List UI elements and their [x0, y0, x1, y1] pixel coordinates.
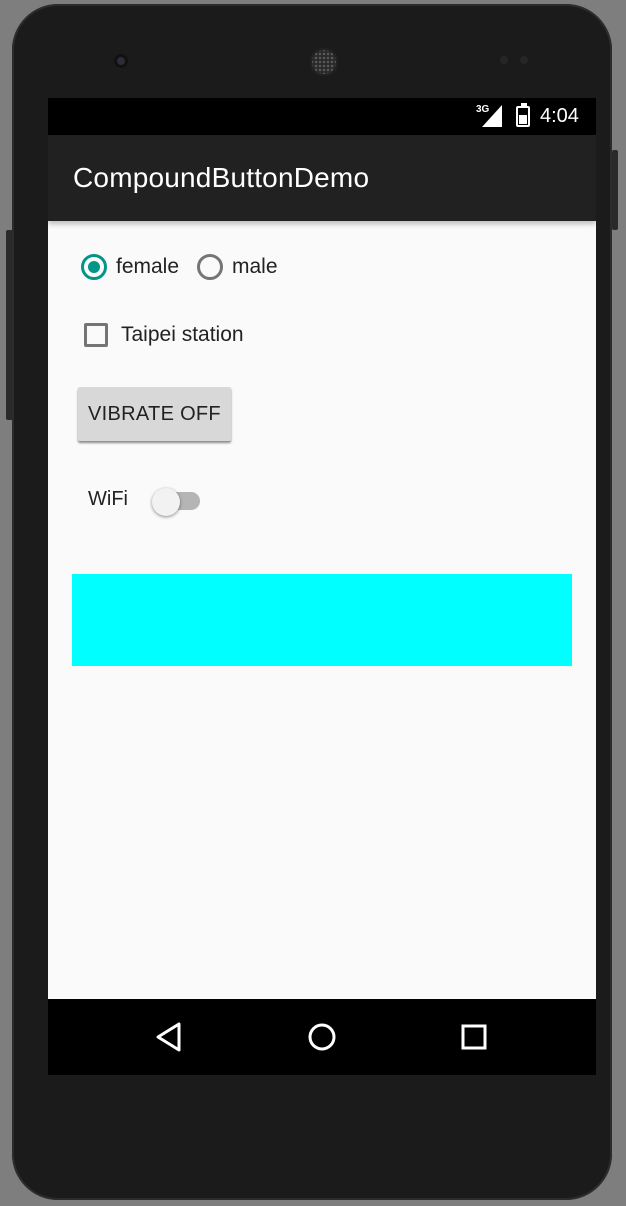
- radio-checked-icon: [81, 254, 107, 280]
- signal-icon: [482, 105, 502, 127]
- main-content: female male Taipei station VIBRATE OFF W…: [48, 221, 596, 999]
- proximity-sensor: [500, 56, 508, 64]
- radio-female[interactable]: female: [81, 254, 179, 280]
- status-bar: 3G 4:04: [48, 98, 596, 135]
- wifi-switch[interactable]: [148, 483, 204, 519]
- checkbox-taipei-station[interactable]: Taipei station: [84, 323, 244, 347]
- radio-unchecked-icon: [197, 254, 223, 280]
- front-camera: [114, 54, 128, 68]
- home-icon[interactable]: [302, 1017, 342, 1057]
- radio-male[interactable]: male: [197, 254, 278, 280]
- battery-icon: [516, 103, 530, 127]
- app-bar: CompoundButtonDemo: [48, 135, 596, 221]
- app-title: CompoundButtonDemo: [73, 162, 370, 193]
- light-sensor: [520, 56, 528, 64]
- checkbox-unchecked-icon: [84, 323, 108, 347]
- radio-female-label: female: [116, 255, 180, 278]
- power-button: [612, 150, 618, 230]
- phone-frame: 3G 4:04 CompoundButtonDemo female male T…: [12, 4, 612, 1200]
- back-icon[interactable]: [149, 1017, 189, 1057]
- checkbox-label: Taipei station: [121, 323, 244, 346]
- switch-thumb: [152, 488, 180, 516]
- screen: 3G 4:04 CompoundButtonDemo female male T…: [48, 98, 596, 1075]
- navigation-bar: [48, 999, 596, 1075]
- status-time: 4:04: [540, 105, 579, 127]
- vibrate-toggle-button[interactable]: VIBRATE OFF: [78, 387, 231, 441]
- recents-icon[interactable]: [454, 1017, 494, 1057]
- color-display-box: [72, 574, 572, 666]
- wifi-switch-label: WiFi: [88, 488, 128, 510]
- earpiece-speaker: [310, 48, 338, 76]
- radio-male-label: male: [232, 255, 278, 278]
